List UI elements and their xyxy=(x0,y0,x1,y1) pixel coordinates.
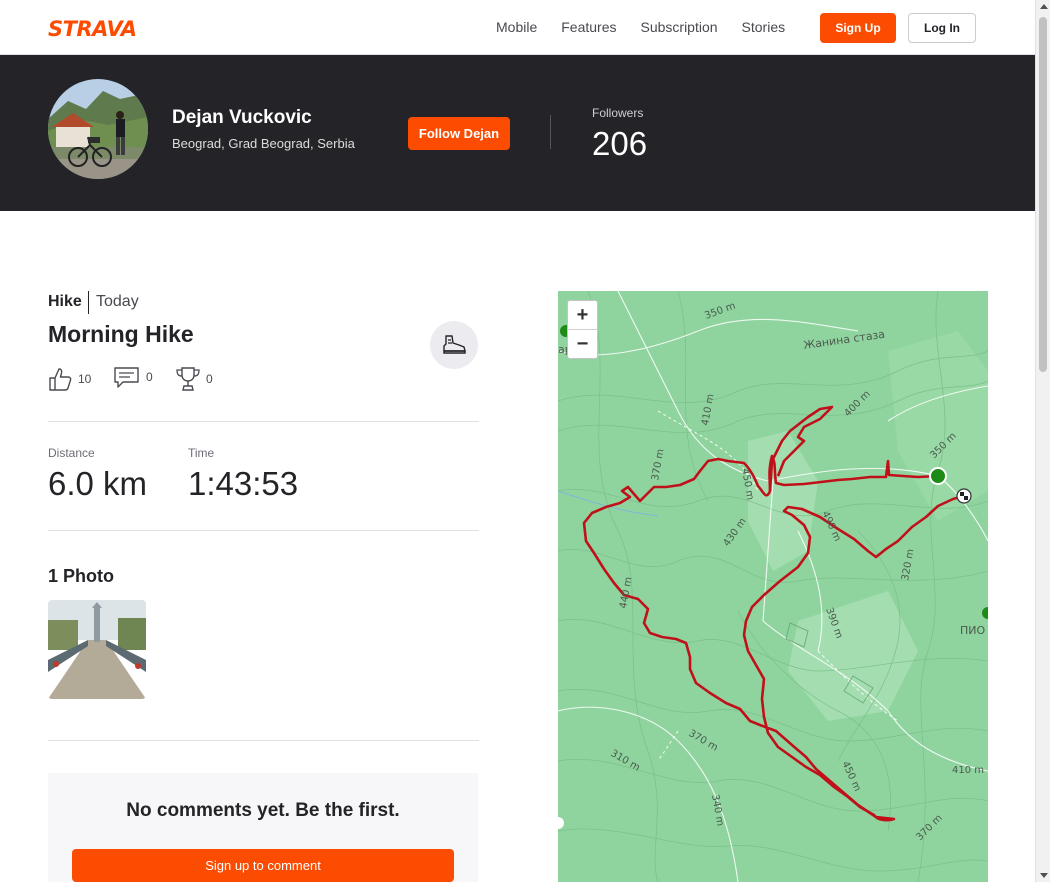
stat-time-label: Time xyxy=(188,446,215,460)
divider xyxy=(88,291,89,314)
zoom-controls: + − xyxy=(567,300,598,359)
trophy-icon xyxy=(176,367,200,391)
scroll-down-arrow-icon[interactable] xyxy=(1040,873,1048,878)
comments-button[interactable]: 0 xyxy=(114,366,153,388)
sign-up-button[interactable]: Sign Up xyxy=(820,13,896,43)
nav-links: Mobile Features Subscription Stories xyxy=(496,19,785,35)
athlete-name[interactable]: Dejan Vuckovic xyxy=(172,107,312,129)
achievements-count: 0 xyxy=(206,372,213,386)
no-comments-text: No comments yet. Be the first. xyxy=(126,800,400,821)
thumbs-up-icon xyxy=(49,368,72,391)
bridge-photo xyxy=(48,600,146,699)
divider xyxy=(48,421,479,422)
zoom-in-button[interactable]: + xyxy=(568,301,597,330)
scroll-up-arrow-icon[interactable] xyxy=(1040,4,1048,9)
achievements-button[interactable]: 0 xyxy=(176,366,213,392)
hiking-boot-icon xyxy=(443,335,466,354)
map-canvas: 350 m Жанина стаза арк 410 m 400 m 370 m… xyxy=(558,291,988,882)
start-marker xyxy=(929,467,947,485)
nav-link-subscription[interactable]: Subscription xyxy=(641,19,718,35)
avatar[interactable] xyxy=(48,79,148,179)
comments-count: 0 xyxy=(146,370,153,384)
nav-link-stories[interactable]: Stories xyxy=(742,19,786,35)
follow-button[interactable]: Follow Dejan xyxy=(408,117,510,150)
kudos-count: 10 xyxy=(78,372,92,386)
divider xyxy=(48,530,479,531)
scrollbar-thumb[interactable] xyxy=(1039,17,1047,372)
zoom-out-button[interactable]: − xyxy=(568,330,597,359)
followers-label: Followers xyxy=(592,106,644,120)
checkered-flag-icon xyxy=(956,488,972,504)
page-scrollbar[interactable] xyxy=(1035,0,1050,882)
map-label: ПИО xyxy=(960,624,986,637)
athlete-header: Dejan Vuckovic Beograd, Grad Beograd, Se… xyxy=(0,55,1035,211)
followers-count: 206 xyxy=(592,125,648,162)
log-in-button[interactable]: Log In xyxy=(908,13,976,43)
top-nav: STRAVA Mobile Features Subscription Stor… xyxy=(0,0,1035,55)
kudos-button[interactable]: 10 xyxy=(48,366,91,392)
stat-distance-label: Distance xyxy=(48,446,95,460)
map-label: 410 m xyxy=(952,765,984,776)
photos-title: 1 Photo xyxy=(48,566,114,586)
divider xyxy=(550,115,551,149)
comments-section: No comments yet. Be the first. Sign up t… xyxy=(48,773,478,882)
stat-time-value: 1:43:53 xyxy=(188,465,299,502)
divider xyxy=(48,740,479,741)
activity-title: Morning Hike xyxy=(48,321,194,347)
avatar-photo xyxy=(48,79,148,179)
activity-date: Today xyxy=(96,293,139,310)
comment-icon xyxy=(114,367,139,388)
stat-distance-value: 6.0 km xyxy=(48,465,148,502)
photo-thumbnail[interactable] xyxy=(48,600,146,699)
sign-up-to-comment-button[interactable]: Sign up to comment xyxy=(72,849,454,882)
nav-link-features[interactable]: Features xyxy=(561,19,616,35)
route-map[interactable]: 350 m Жанина стаза арк 410 m 400 m 370 m… xyxy=(558,291,988,882)
strava-logo[interactable]: STRAVA xyxy=(48,17,137,41)
nav-link-mobile[interactable]: Mobile xyxy=(496,19,537,35)
athlete-location: Beograd, Grad Beograd, Serbia xyxy=(172,136,355,151)
activity-type: Hike xyxy=(48,293,82,310)
sport-type-badge xyxy=(430,321,478,369)
